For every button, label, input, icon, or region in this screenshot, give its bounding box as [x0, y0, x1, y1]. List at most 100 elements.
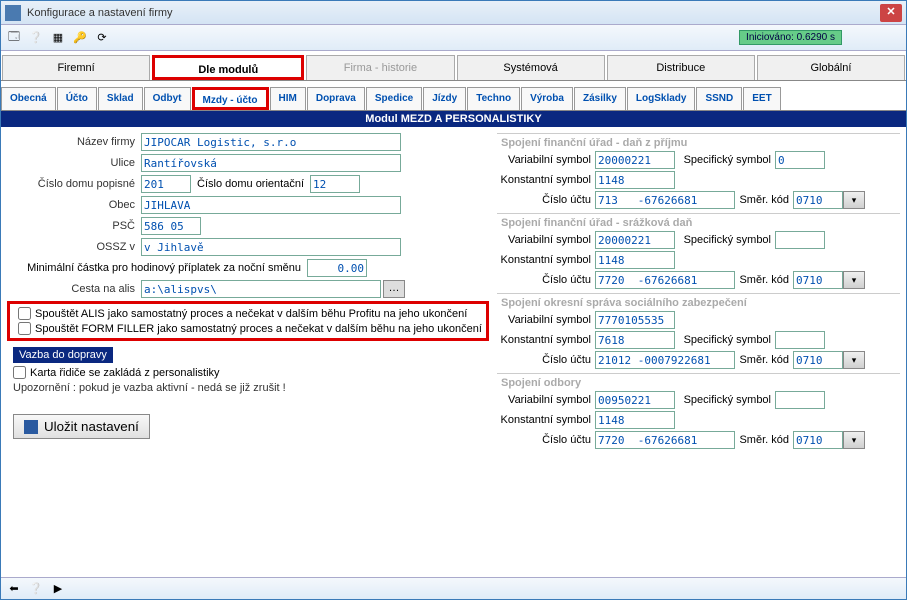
- tab-firemni[interactable]: Firemní: [2, 55, 150, 80]
- s1-ucet[interactable]: [595, 191, 735, 209]
- s2-var[interactable]: [595, 231, 675, 249]
- input-psc[interactable]: [141, 217, 201, 235]
- label-psc: PSČ: [7, 220, 141, 232]
- init-badge: Iniciováno: 0.6290 s: [739, 30, 842, 45]
- s2-spec[interactable]: [775, 231, 825, 249]
- s3-konst[interactable]: [595, 331, 675, 349]
- section-2-title: Spojení finanční úřad - srážková daň: [497, 215, 900, 231]
- label-nazev: Název firmy: [7, 136, 141, 148]
- s4-kod-combo[interactable]: ▾: [843, 431, 865, 449]
- subtab-mzdy[interactable]: Mzdy - účto: [192, 87, 269, 110]
- tab-systemova[interactable]: Systémová: [457, 55, 605, 80]
- tool-icon-1[interactable]: 🗔: [5, 29, 23, 47]
- label-cislo-or: Číslo domu orientační: [191, 178, 310, 190]
- subtab-obecna[interactable]: Obecná: [1, 87, 56, 110]
- s2-kod-combo[interactable]: ▾: [843, 271, 865, 289]
- s1-var[interactable]: [595, 151, 675, 169]
- tab-globalni[interactable]: Globální: [757, 55, 905, 80]
- tab-dle-modulu[interactable]: Dle modulů: [152, 55, 304, 80]
- app-icon: [5, 5, 21, 21]
- subtab-doprava[interactable]: Doprava: [307, 87, 365, 110]
- section-4-title: Spojení odbory: [497, 375, 900, 391]
- s3-kod-combo[interactable]: ▾: [843, 351, 865, 369]
- label-ulice: Ulice: [7, 157, 141, 169]
- subtab-ucto[interactable]: Účto: [57, 87, 97, 110]
- save-label: Uložit nastavení: [44, 419, 139, 434]
- label-min-castka: Minimální částka pro hodinový příplatek …: [7, 262, 307, 274]
- sub-tabs: Obecná Účto Sklad Odbyt Mzdy - účto HIM …: [1, 87, 906, 111]
- section-4: Spojení odbory Variabilní symbolSpecific…: [497, 373, 900, 449]
- check-alis-label: Spouštět ALIS jako samostatný proces a n…: [35, 308, 467, 320]
- close-icon[interactable]: ✕: [880, 4, 902, 22]
- help-icon[interactable]: ❔: [27, 29, 45, 47]
- subtab-eet[interactable]: EET: [743, 87, 780, 110]
- s4-ucet[interactable]: [595, 431, 735, 449]
- save-icon: [24, 420, 38, 434]
- subtab-jizdy[interactable]: Jízdy: [423, 87, 466, 110]
- s2-ucet[interactable]: [595, 271, 735, 289]
- s3-kod[interactable]: [793, 351, 843, 369]
- toolbar: 🗔 ❔ ▦ 🔑 ⟳ Iniciováno: 0.6290 s: [1, 25, 906, 51]
- s3-var[interactable]: [595, 311, 675, 329]
- s1-kod[interactable]: [793, 191, 843, 209]
- section-1-title: Spojení finanční úřad - daň z příjmu: [497, 135, 900, 151]
- s1-spec[interactable]: [775, 151, 825, 169]
- check-formfiller-label: Spouštět FORM FILLER jako samostatný pro…: [35, 323, 482, 335]
- footer-icon-3[interactable]: ▶: [49, 580, 67, 598]
- footer-help-icon[interactable]: ❔: [27, 580, 45, 598]
- tool-icon-3[interactable]: ▦: [49, 29, 67, 47]
- save-button[interactable]: Uložit nastavení: [13, 414, 150, 439]
- tab-distribuce[interactable]: Distribuce: [607, 55, 755, 80]
- highlighted-checks: Spouštět ALIS jako samostatný proces a n…: [7, 301, 489, 341]
- s4-konst[interactable]: [595, 411, 675, 429]
- input-nazev[interactable]: [141, 133, 401, 151]
- subtab-spedice[interactable]: Spedice: [366, 87, 422, 110]
- s3-ucet[interactable]: [595, 351, 735, 369]
- s1-kod-combo[interactable]: ▾: [843, 191, 865, 209]
- check-formfiller[interactable]: [18, 322, 31, 335]
- subtab-sklad[interactable]: Sklad: [98, 87, 143, 110]
- vazba-header: Vazba do dopravy: [13, 347, 113, 363]
- browse-button[interactable]: …: [383, 280, 405, 298]
- tool-icon-5[interactable]: ⟳: [93, 29, 111, 47]
- label-cesta: Cesta na alis: [7, 283, 141, 295]
- input-cesta[interactable]: [141, 280, 381, 298]
- note: Upozornění : pokud je vazba aktivní - ne…: [7, 380, 489, 394]
- s2-konst[interactable]: [595, 251, 675, 269]
- input-obec[interactable]: [141, 196, 401, 214]
- window: Konfigurace a nastavení firmy ✕ 🗔 ❔ ▦ 🔑 …: [0, 0, 907, 600]
- s1-konst[interactable]: [595, 171, 675, 189]
- right-column: Spojení finanční úřad - daň z příjmu Var…: [497, 133, 900, 571]
- s2-kod[interactable]: [793, 271, 843, 289]
- main-tabs: Firemní Dle modulů Firma - historie Syst…: [1, 51, 906, 81]
- check-alis[interactable]: [18, 307, 31, 320]
- subtab-him[interactable]: HIM: [270, 87, 306, 110]
- section-1: Spojení finanční úřad - daň z příjmu Var…: [497, 133, 900, 209]
- label-obec: Obec: [7, 199, 141, 211]
- s4-spec[interactable]: [775, 391, 825, 409]
- section-3: Spojení okresní správa sociálního zabezp…: [497, 293, 900, 369]
- input-ossz[interactable]: [141, 238, 401, 256]
- subtab-techno[interactable]: Techno: [467, 87, 520, 110]
- window-title: Konfigurace a nastavení firmy: [27, 7, 880, 19]
- subtab-logsklady[interactable]: LogSklady: [627, 87, 696, 110]
- input-min-castka[interactable]: [307, 259, 367, 277]
- footer-icon-1[interactable]: ⬅: [5, 580, 23, 598]
- subtab-vyroba[interactable]: Výroba: [521, 87, 573, 110]
- input-cislo-pop[interactable]: [141, 175, 191, 193]
- module-header: Modul MEZD A PERSONALISTIKY: [1, 111, 906, 127]
- subtab-odbyt[interactable]: Odbyt: [144, 87, 191, 110]
- input-ulice[interactable]: [141, 154, 401, 172]
- tool-icon-4[interactable]: 🔑: [71, 29, 89, 47]
- s4-var[interactable]: [595, 391, 675, 409]
- check-karta[interactable]: [13, 366, 26, 379]
- label-cislo-pop: Číslo domu popisné: [7, 178, 141, 190]
- s3-spec[interactable]: [775, 331, 825, 349]
- tab-firma-historie[interactable]: Firma - historie: [306, 55, 454, 80]
- section-3-title: Spojení okresní správa sociálního zabezp…: [497, 295, 900, 311]
- subtab-ssnd[interactable]: SSND: [696, 87, 742, 110]
- subtab-zasilky[interactable]: Zásilky: [574, 87, 626, 110]
- s4-kod[interactable]: [793, 431, 843, 449]
- input-cislo-or[interactable]: [310, 175, 360, 193]
- section-2: Spojení finanční úřad - srážková daň Var…: [497, 213, 900, 289]
